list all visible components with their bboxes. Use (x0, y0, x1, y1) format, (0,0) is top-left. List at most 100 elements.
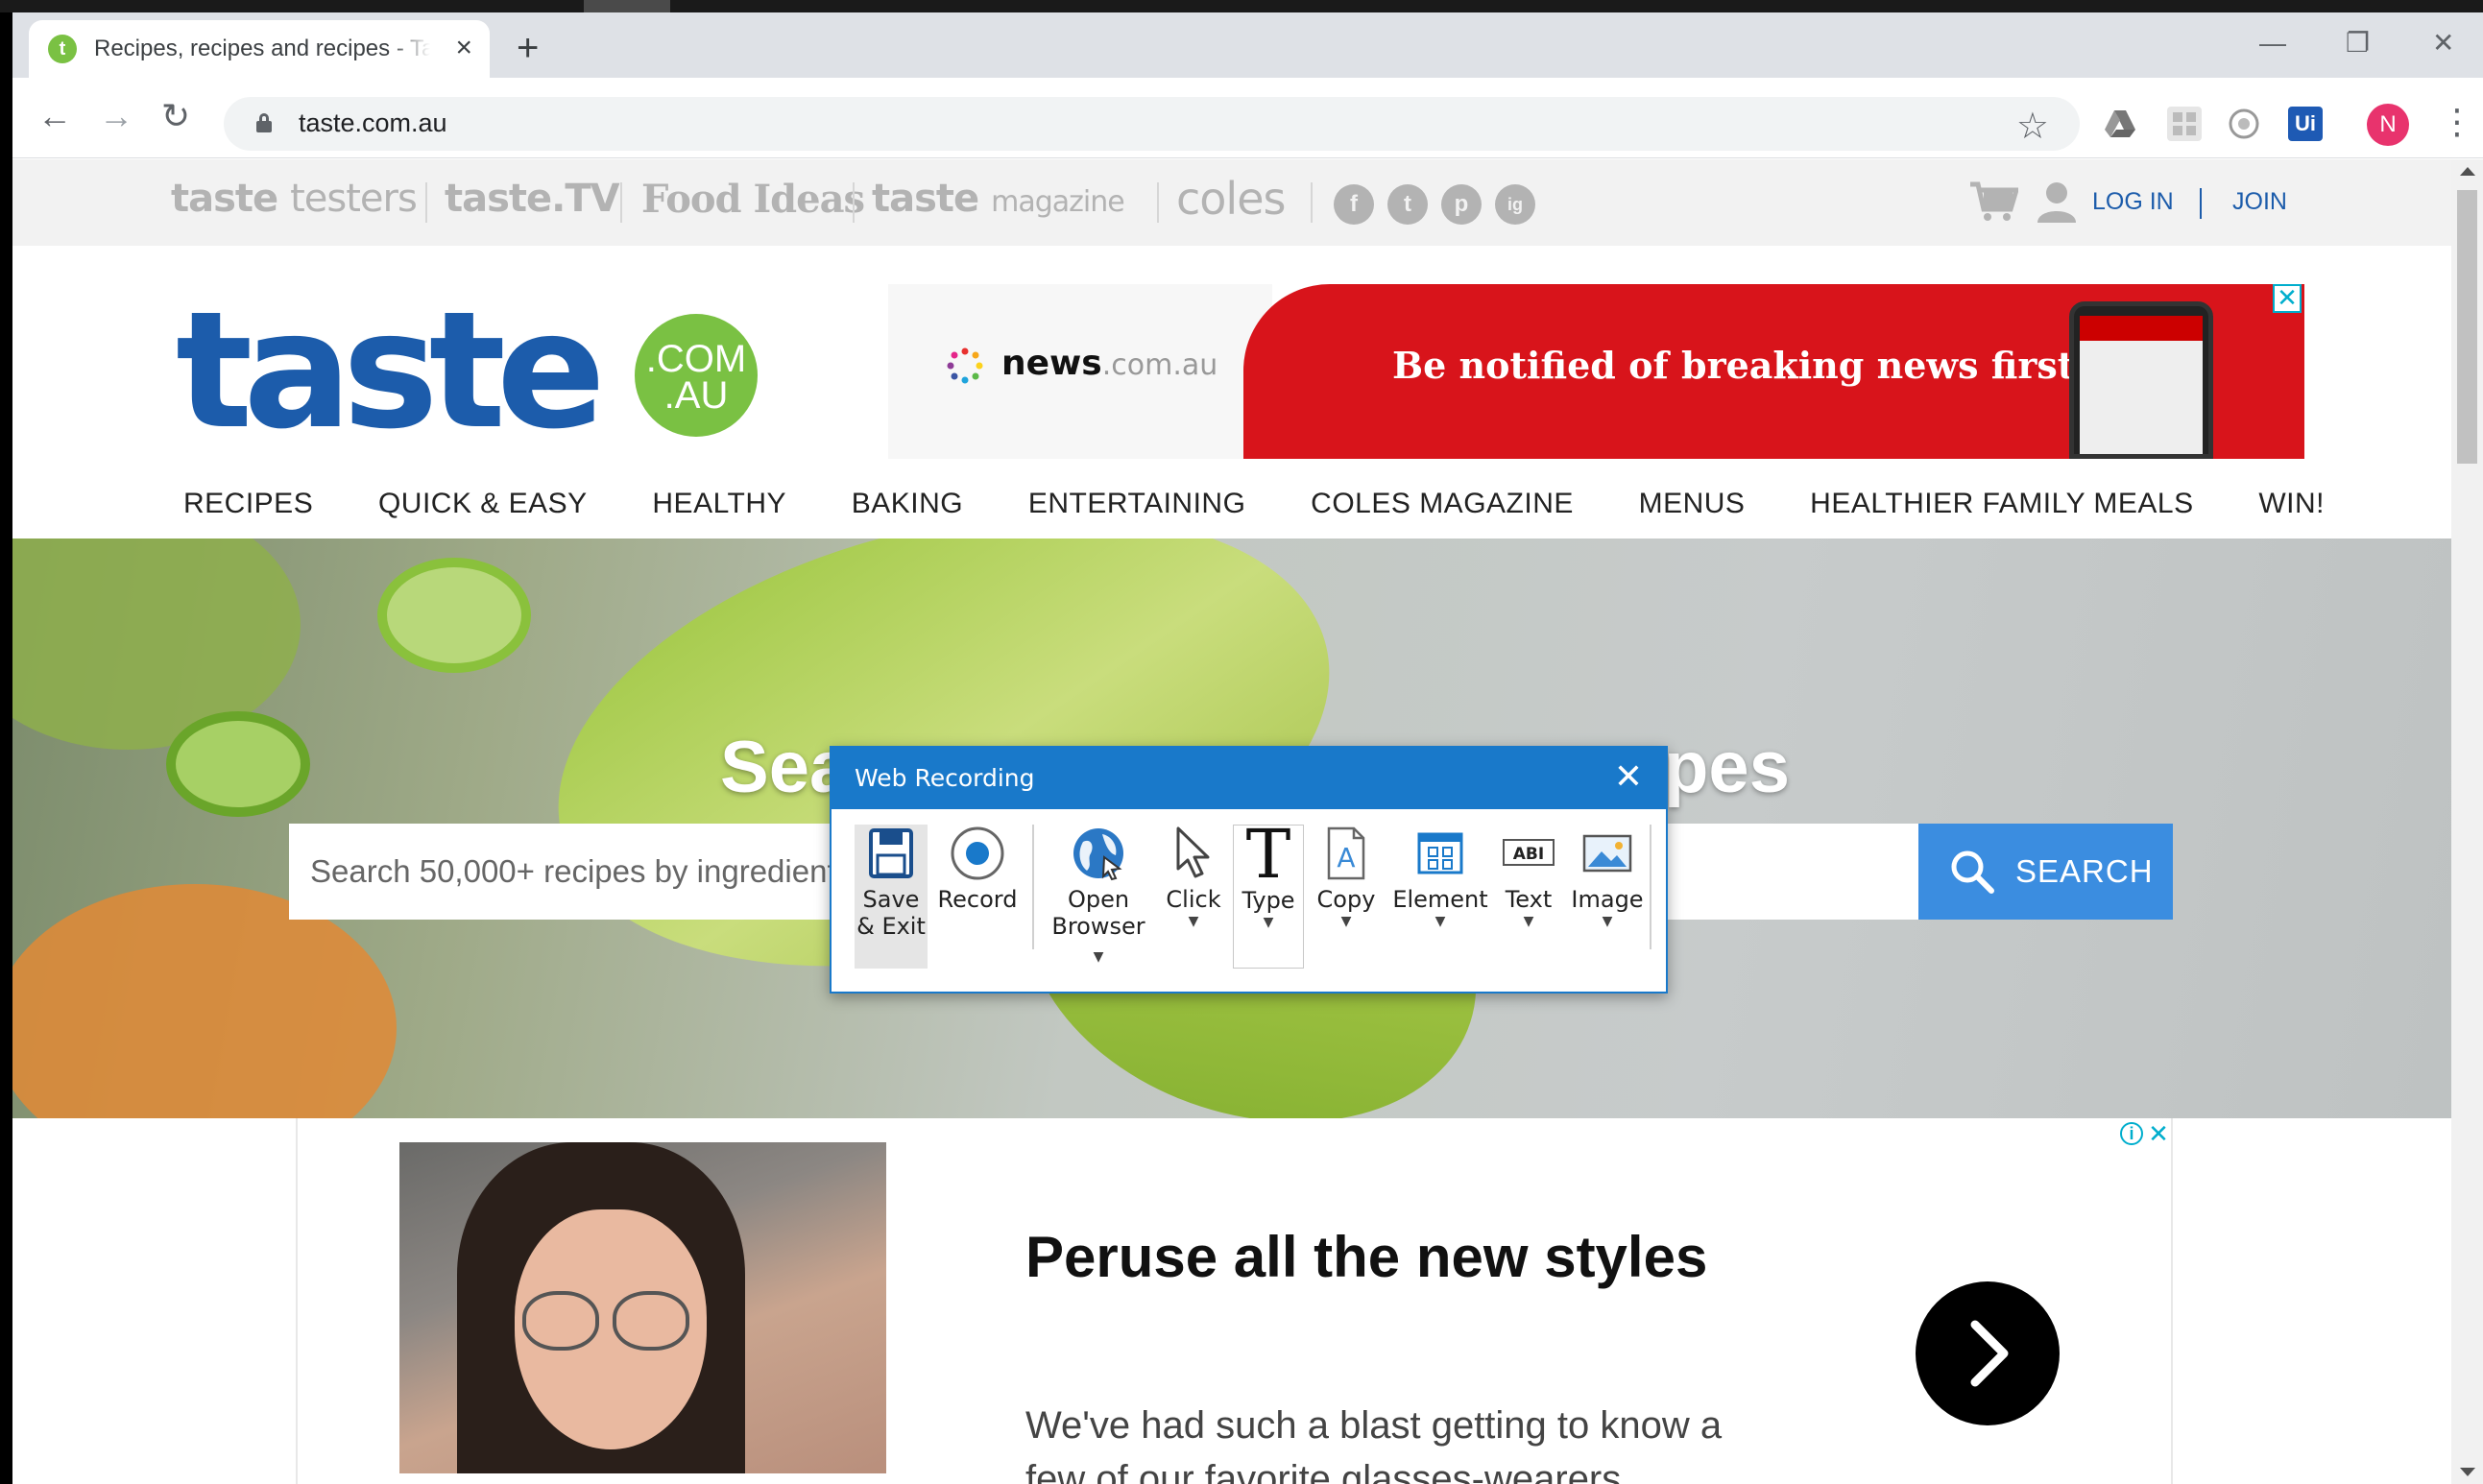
scrollbar-thumb[interactable] (2457, 190, 2477, 464)
ad-headline: Peruse all the new styles (1025, 1225, 1708, 1289)
element-grid-icon (1411, 825, 1469, 882)
copy-button[interactable]: A Copy ▼ (1312, 825, 1381, 969)
pinterest-icon[interactable]: p (1441, 184, 1482, 225)
brand-taste-tv[interactable]: taste.TV (445, 177, 620, 221)
save-exit-button[interactable]: Save & Exit (855, 825, 928, 969)
dropdown-caret-icon[interactable]: ▼ (1164, 913, 1223, 930)
login-link[interactable]: LOG IN (2092, 188, 2174, 216)
logo-word: taste (176, 276, 606, 465)
ad-info-icon[interactable]: i (2120, 1122, 2143, 1145)
type-button[interactable]: T Type ▼ (1233, 821, 1304, 969)
recorder-ribbon: Save & Exit Record Open Browser ▼ Click … (832, 809, 1666, 993)
user-icon[interactable] (2036, 180, 2078, 223)
url-text[interactable]: taste.com.au (299, 108, 447, 138)
os-top-strip (0, 0, 2483, 12)
recorder-close-button[interactable]: ✕ (1614, 759, 1643, 794)
extension-grid-icon[interactable] (2167, 107, 2202, 141)
copy-document-icon: A (1317, 825, 1375, 882)
text-button[interactable]: ABI Text ▼ (1500, 825, 1557, 969)
ad-headline: Be notified of breaking news first (1392, 344, 2075, 387)
restore-button[interactable]: ❐ (2346, 30, 2370, 57)
dropdown-caret-icon: ▼ (1093, 949, 1104, 965)
drive-extension-icon[interactable] (2103, 107, 2137, 141)
site-network-bar: taste testers taste.TV Food Ideas taste … (12, 159, 2451, 246)
instagram-icon[interactable]: ig (1495, 184, 1535, 225)
bookmark-star-icon[interactable]: ☆ (2016, 105, 2049, 148)
news-logo-dots-icon (946, 347, 984, 385)
news-ad-banner[interactable]: news.com.au Be notified of breaking news… (888, 284, 2304, 459)
brand-text: taste (171, 177, 278, 221)
nav-healthier-family-meals[interactable]: HEALTHIER FAMILY MEALS (1810, 488, 2193, 536)
dropdown-caret-icon[interactable]: ▼ (1500, 913, 1557, 930)
ribbon-separator (1650, 825, 1651, 949)
profile-avatar[interactable]: N (2367, 104, 2409, 146)
brand-coles[interactable]: coles (1176, 173, 1286, 225)
chevron-right-icon (1970, 1320, 2009, 1387)
nav-menus[interactable]: MENUS (1639, 488, 1746, 536)
record-button[interactable]: Record (935, 825, 1020, 969)
twitter-icon[interactable]: t (1387, 184, 1428, 225)
minimize-button[interactable]: — (2259, 30, 2286, 57)
nav-coles-magazine[interactable]: COLES MAGAZINE (1311, 488, 1574, 536)
nav-win[interactable]: WIN! (2258, 488, 2325, 536)
search-button[interactable]: SEARCH (1918, 824, 2173, 920)
ad-close-button[interactable]: ✕ (2273, 284, 2302, 313)
scroll-up-arrow-icon[interactable] (2460, 167, 2475, 176)
dropdown-caret-icon[interactable]: ▼ (1312, 913, 1381, 930)
taste-logo[interactable]: taste .COM .AU (176, 276, 758, 465)
brand-taste-testers[interactable]: taste testers (171, 177, 418, 221)
globe-icon (1070, 825, 1127, 882)
brand-divider (1157, 182, 1159, 223)
ad-close-icon[interactable]: ✕ (2147, 1119, 2170, 1148)
uipath-extension-icon[interactable]: Ui (2288, 107, 2323, 141)
browser-menu-icon[interactable]: ⋮ (2440, 103, 2474, 141)
image-icon (1579, 825, 1636, 882)
element-label: Element (1392, 886, 1488, 913)
nav-entertaining[interactable]: ENTERTAINING (1028, 488, 1246, 536)
nav-baking[interactable]: BAKING (852, 488, 963, 536)
brand-food-ideas[interactable]: Food Ideas (641, 177, 865, 222)
web-recording-dialog: Web Recording ✕ Save & Exit Record Open … (830, 746, 1668, 993)
glasses-ad[interactable]: Peruse all the new styles We've had such… (296, 1118, 2173, 1484)
open-browser-label-2-text: Browser (1051, 913, 1145, 940)
adchoices[interactable]: i ✕ (2120, 1119, 2170, 1148)
recorder-titlebar[interactable]: Web Recording ✕ (832, 748, 1666, 809)
reload-button[interactable]: ↻ (161, 97, 190, 135)
nav-recipes[interactable]: RECIPES (183, 488, 313, 536)
dropdown-caret-icon[interactable]: ▼ (1234, 914, 1303, 931)
lock-icon[interactable] (256, 113, 272, 132)
click-button[interactable]: Click ▼ (1164, 825, 1223, 969)
ad-next-button[interactable] (1916, 1281, 2060, 1425)
tab-title: Recipes, recipes and recipes - Taste (94, 36, 430, 61)
dropdown-caret-icon[interactable]: ▼ (1567, 913, 1648, 930)
browser-tab-active[interactable]: t Recipes, recipes and recipes - Taste × (29, 20, 490, 78)
back-button[interactable]: ← (37, 97, 72, 135)
close-window-button[interactable]: ✕ (2432, 30, 2454, 57)
extension-target-icon[interactable] (2227, 107, 2261, 141)
search-button-label: SEARCH (2015, 853, 2154, 889)
brand-text-light: magazine (991, 185, 1125, 219)
element-button[interactable]: Element ▼ (1390, 825, 1490, 969)
brand-taste-magazine[interactable]: taste magazine (872, 177, 1125, 221)
tab-close-icon[interactable]: × (455, 34, 472, 62)
open-browser-label-1: Open (1067, 886, 1130, 913)
facebook-icon[interactable]: f (1334, 184, 1374, 225)
open-browser-button[interactable]: Open Browser ▼ (1045, 825, 1152, 969)
page-scrollbar[interactable] (2451, 159, 2483, 1484)
image-button[interactable]: Image ▼ (1567, 825, 1648, 969)
brand-text: taste (872, 177, 979, 221)
taste-favicon-icon: t (48, 35, 77, 63)
hero-onion-ring (166, 711, 310, 817)
new-tab-button[interactable]: + (517, 29, 539, 67)
news-logo-domain: .com.au (1101, 348, 1218, 382)
dropdown-caret-icon[interactable]: ▼ (1390, 913, 1490, 930)
nav-healthy[interactable]: HEALTHY (652, 488, 786, 536)
cart-icon[interactable] (1968, 180, 2020, 223)
nav-quick-easy[interactable]: QUICK & EASY (378, 488, 588, 536)
phone-image (2069, 301, 2213, 459)
forward-button[interactable]: → (99, 97, 133, 135)
scroll-down-arrow-icon[interactable] (2460, 1468, 2475, 1476)
address-bar[interactable]: taste.com.au ☆ (224, 97, 2080, 151)
join-link[interactable]: JOIN (2232, 188, 2287, 216)
text-field-icon: ABI (1500, 825, 1557, 882)
